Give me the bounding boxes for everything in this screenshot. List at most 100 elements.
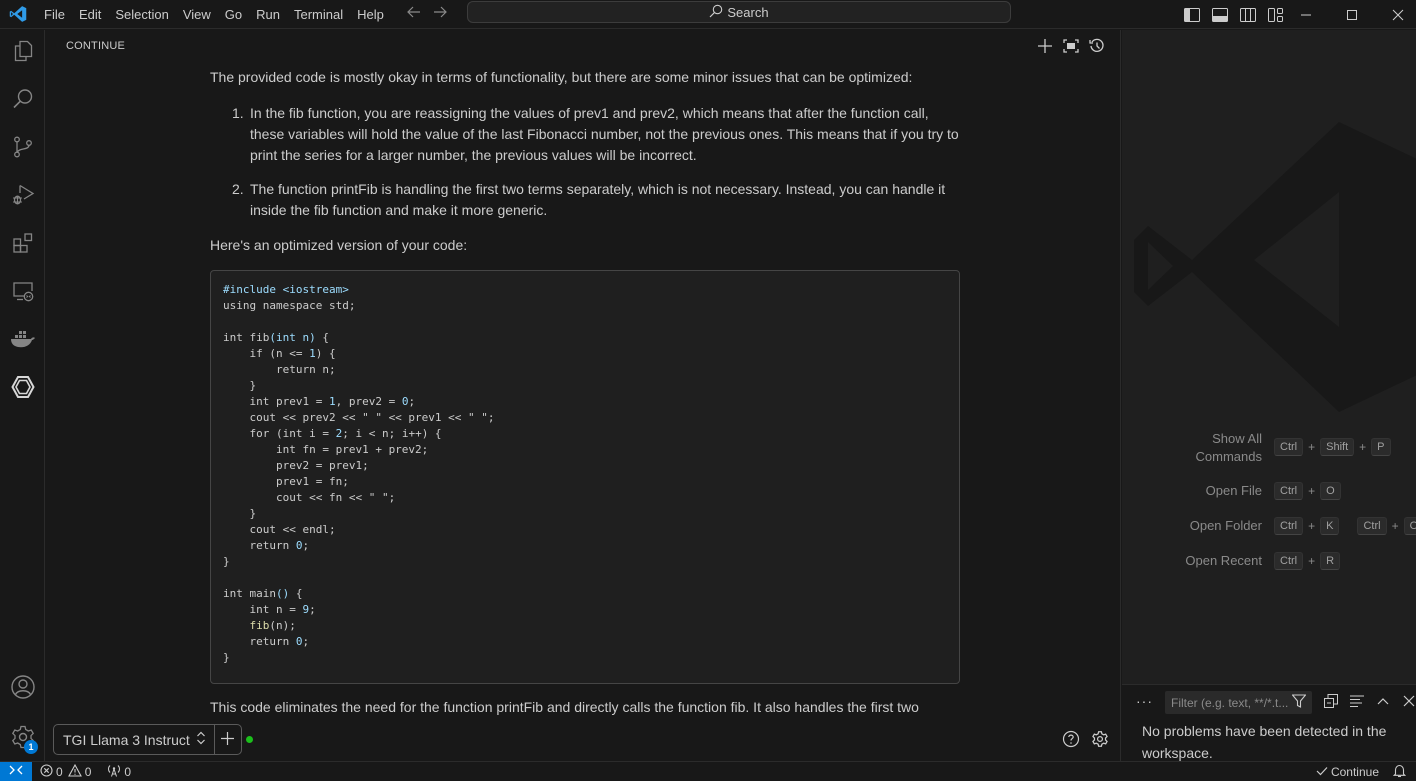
shortcut-row[interactable]: Open Recent Ctrl + R	[1122, 552, 1416, 576]
gear-icon[interactable]	[1091, 730, 1109, 748]
key-plus: +	[1308, 484, 1316, 498]
connection-status-dot	[246, 736, 253, 743]
list-text: The function printFib is handling the fi…	[250, 181, 946, 218]
activity-explorer[interactable]	[0, 30, 45, 74]
new-session-icon[interactable]	[1036, 36, 1054, 56]
help-icon[interactable]	[1062, 730, 1080, 748]
toggle-panel-icon[interactable]	[1210, 4, 1230, 26]
code-line: for (int i = 2; i < n; i++) {	[223, 427, 442, 440]
shortcut-row[interactable]: Show All Commands Ctrl + Shift + P	[1122, 430, 1416, 464]
problems-message: No problems have been detected in the wo…	[1142, 723, 1387, 761]
activity-bar: 1	[0, 30, 45, 761]
code-line: int main() {	[223, 587, 303, 600]
problems-filter-input[interactable]: Filter (e.g. text, **/*.t...	[1165, 691, 1312, 714]
menu-edit[interactable]: Edit	[72, 0, 108, 29]
code-line: cout << fn << " ";	[223, 491, 396, 504]
problems-panel: ··· Filter (e.g. text, **/*.t... No prob…	[1122, 684, 1416, 761]
history-icon[interactable]	[1088, 36, 1106, 56]
key-plus: +	[1391, 519, 1399, 533]
collapse-all-icon[interactable]	[1322, 693, 1340, 709]
key-plus: +	[1308, 440, 1316, 454]
view-as-tree-icon[interactable]	[1348, 693, 1366, 709]
account-icon	[10, 674, 36, 703]
menu-run[interactable]: Run	[249, 0, 287, 29]
code-line: int fib(int n) {	[223, 331, 329, 344]
problems-status[interactable]: 0 0	[40, 763, 92, 780]
maximize-panel-icon[interactable]	[1374, 693, 1392, 709]
activity-continue[interactable]	[0, 366, 45, 410]
key-plus: +	[1308, 519, 1316, 533]
activity-extensions[interactable]	[0, 222, 45, 266]
files-icon	[11, 39, 35, 66]
toggle-secondary-sidebar-icon[interactable]	[1238, 4, 1258, 26]
menu-help[interactable]: Help	[350, 0, 391, 29]
source-control-icon	[11, 135, 35, 162]
add-model-button[interactable]	[215, 725, 241, 754]
close-panel-icon[interactable]	[1400, 693, 1416, 709]
activity-manage[interactable]: 1	[0, 716, 45, 760]
menu-view[interactable]: View	[176, 0, 218, 29]
shortcut-keys: Ctrl + K Ctrl + O	[1274, 517, 1416, 535]
code-line: int fn = prev1 + prev2;	[223, 443, 429, 456]
toggle-primary-sidebar-icon[interactable]	[1182, 4, 1202, 26]
arrow-left-icon[interactable]	[405, 5, 423, 23]
arrow-right-icon[interactable]	[431, 5, 449, 23]
activity-search[interactable]	[0, 78, 45, 122]
maximize-icon[interactable]	[1329, 0, 1375, 29]
response-outro: This code eliminates the need for the fu…	[210, 699, 919, 715]
activity-remote-explorer[interactable]	[0, 270, 45, 314]
minimize-icon[interactable]	[1283, 0, 1329, 29]
code-line: return n;	[223, 363, 336, 376]
menu-file[interactable]: File	[37, 0, 72, 29]
ports-status[interactable]: 0	[107, 764, 131, 780]
shortcut-row[interactable]: Open Folder Ctrl + K Ctrl + O	[1122, 517, 1416, 541]
shortcut-label: Open Folder	[1189, 518, 1262, 533]
code-line: fib(n);	[249, 619, 296, 632]
activity-accounts[interactable]	[0, 666, 45, 710]
activity-docker[interactable]	[0, 318, 45, 362]
search-placeholder: Search	[727, 4, 769, 20]
remote-icon	[9, 764, 23, 779]
filter-placeholder: Filter (e.g. text, **/*.t...	[1171, 695, 1289, 710]
keyboard-key: R	[1320, 552, 1341, 570]
code-line: int n = 9;	[223, 603, 316, 616]
notification-badge: 1	[24, 740, 38, 754]
docker-icon	[10, 329, 36, 352]
bell-icon[interactable]	[1392, 764, 1407, 781]
code-block[interactable]: #include <iostream> using namespace std; …	[210, 270, 960, 684]
remote-indicator[interactable]	[0, 761, 32, 781]
response-intro: The provided code is mostly okay in term…	[210, 69, 913, 85]
menu-selection[interactable]: Selection	[108, 0, 175, 29]
fullscreen-icon[interactable]	[1062, 36, 1080, 56]
command-center-search[interactable]: Search	[467, 1, 1011, 23]
keyboard-key: Ctrl	[1357, 517, 1387, 535]
menu-terminal[interactable]: Terminal	[287, 0, 350, 29]
warning-count: 0	[84, 764, 92, 779]
code-line: if (n <= 1) {	[223, 347, 336, 360]
ports-count: 0	[124, 764, 132, 779]
shortcut-keys: Ctrl + R	[1274, 552, 1341, 570]
filter-icon[interactable]	[1291, 694, 1307, 711]
continue-panel: CONTINUE The provided code is mostly oka…	[46, 30, 1121, 761]
shortcut-row[interactable]: Open File Ctrl + O	[1122, 482, 1416, 506]
activity-run-debug[interactable]	[0, 174, 45, 218]
continue-icon	[10, 374, 36, 403]
code-lead-in: Here's an optimized version of your code…	[210, 237, 468, 253]
error-icon	[40, 763, 53, 780]
activity-source-control[interactable]	[0, 126, 45, 170]
code-line: prev1 = fn;	[223, 475, 349, 488]
keyboard-key: Ctrl	[1274, 482, 1304, 500]
code-line: int prev1 = 1, prev2 = 0;	[223, 395, 416, 408]
model-selector[interactable]: TGI Llama 3 Instruct	[54, 725, 215, 754]
editor-area: Show All Commands Ctrl + Shift + P Open File Ct…	[1122, 30, 1416, 684]
panel-title: CONTINUE	[66, 40, 126, 52]
code-line: }	[223, 507, 257, 520]
more-actions-button[interactable]: ···	[1136, 693, 1153, 709]
key-plus: +	[1308, 554, 1316, 568]
continue-status[interactable]: Continue	[1316, 765, 1379, 779]
menu-go[interactable]: Go	[218, 0, 249, 29]
list-item: 2. The function printFib is handling the…	[232, 179, 962, 221]
close-icon[interactable]	[1375, 0, 1416, 29]
